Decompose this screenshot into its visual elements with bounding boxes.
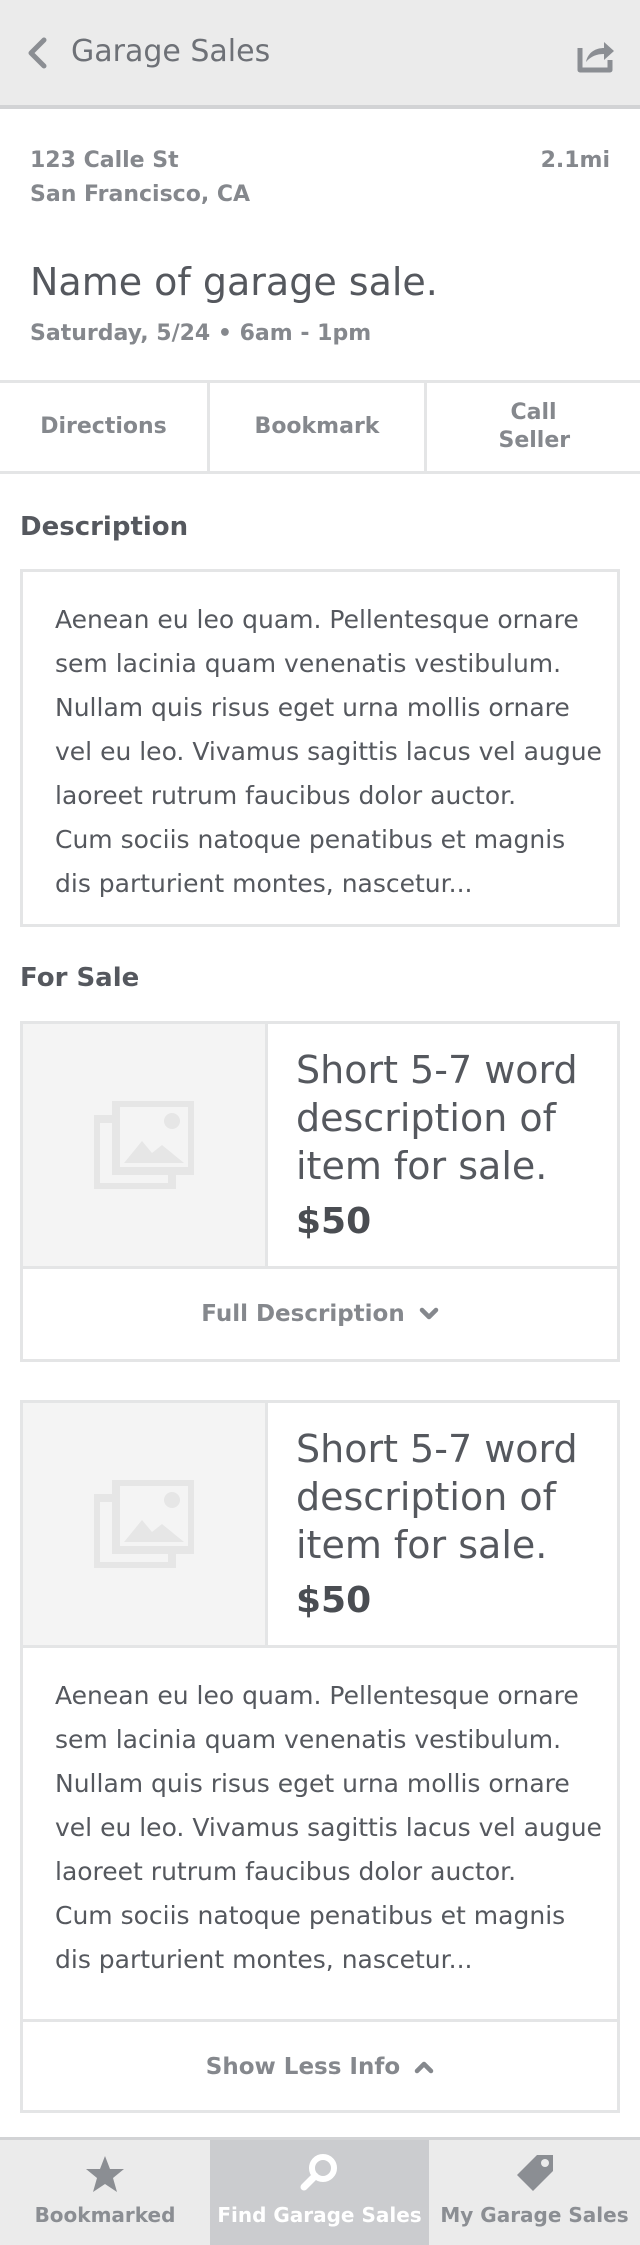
description-line: Cum sociis natoque penatibus et magnis xyxy=(55,825,566,854)
tab-label: Find Garage Sales xyxy=(217,2203,422,2227)
chevron-down-icon xyxy=(419,1307,438,1320)
tab-label: Bookmarked xyxy=(34,2203,176,2227)
address: 123 Calle St San Francisco, CA xyxy=(30,144,250,212)
item-description-line: Cum sociis natoque penatibus et magnis xyxy=(55,1901,566,1930)
item-price: $50 xyxy=(296,1580,372,1621)
sale-item-card: Short 5-7 word description of item for s… xyxy=(20,1021,620,1362)
full-description-toggle[interactable]: Full Description xyxy=(23,1269,617,1359)
item-image-placeholder[interactable] xyxy=(23,1403,268,1645)
description-line: sem lacinia quam venenatis vestibulum. xyxy=(55,649,562,678)
tab-my-garage-sales[interactable]: My Garage Sales xyxy=(429,2140,640,2245)
item-title: Short 5-7 word description of item for s… xyxy=(296,1427,578,1567)
description-card: Aenean eu leo quam. Pellentesque ornare … xyxy=(20,569,620,927)
back-button[interactable] xyxy=(26,33,56,73)
description-line: Aenean eu leo quam. Pellentesque ornare xyxy=(55,605,579,634)
item-full-description: Aenean eu leo quam. Pellentesque ornare … xyxy=(23,1648,617,2022)
toggle-label: Full Description xyxy=(201,1301,405,1327)
description-line: vel eu leo. Vivamus sagittis lacus vel a… xyxy=(55,737,602,766)
page-title: Garage Sales xyxy=(71,34,271,69)
share-button[interactable] xyxy=(576,34,616,74)
tag-icon xyxy=(516,2155,553,2191)
item-description-line: dis parturient montes, nascetur... xyxy=(55,1945,473,1974)
description-line: dis parturient montes, nascetur... xyxy=(55,869,473,898)
directions-button[interactable]: Directions xyxy=(0,383,210,471)
item-description-line: sem lacinia quam venenatis vestibulum. xyxy=(55,1725,562,1754)
bottom-tab-bar: Bookmarked Find Garage Sales My Garage S… xyxy=(0,2137,640,2245)
item-info: Short 5-7 word description of item for s… xyxy=(268,1024,606,1266)
item-description-line: laoreet rutrum faucibus dolor auctor. xyxy=(55,1857,517,1886)
action-bar: Directions Bookmark Call Seller xyxy=(0,380,640,474)
address-line-1: 123 Calle St xyxy=(30,148,179,173)
description-line: laoreet rutrum faucibus dolor auctor. xyxy=(55,781,517,810)
description-text: Aenean eu leo quam. Pellentesque ornare … xyxy=(55,598,617,906)
distance: 2.1mi xyxy=(540,148,610,173)
sale-item-card-expanded: Short 5-7 word description of item for s… xyxy=(20,1400,620,2113)
show-less-toggle[interactable]: Show Less Info xyxy=(23,2022,617,2112)
sale-name: Name of garage sale. xyxy=(30,260,438,304)
description-heading: Description xyxy=(20,512,189,542)
image-icon xyxy=(94,1101,194,1189)
item-summary: Short 5-7 word description of item for s… xyxy=(23,1024,617,1269)
chevron-up-icon xyxy=(414,2061,434,2074)
top-nav-bar: Garage Sales xyxy=(0,0,640,109)
call-seller-button[interactable]: Call Seller xyxy=(427,383,640,471)
call-seller-label: Call Seller xyxy=(498,400,571,453)
chevron-left-icon xyxy=(28,37,47,69)
item-image-placeholder[interactable] xyxy=(23,1024,268,1266)
address-line-2: San Francisco, CA xyxy=(30,182,251,207)
star-icon xyxy=(86,2156,124,2192)
item-price: $50 xyxy=(296,1201,372,1242)
search-icon xyxy=(300,2154,337,2191)
item-title: Short 5-7 word description of item for s… xyxy=(296,1048,578,1188)
sale-date-time: Saturday, 5/24 • 6am - 1pm xyxy=(30,321,372,346)
tab-bookmarked[interactable]: Bookmarked xyxy=(0,2140,210,2245)
for-sale-heading: For Sale xyxy=(20,963,140,993)
item-description-line: Aenean eu leo quam. Pellentesque ornare xyxy=(55,1681,579,1710)
item-info: Short 5-7 word description of item for s… xyxy=(268,1403,606,1645)
item-summary: Short 5-7 word description of item for s… xyxy=(23,1403,617,1648)
tab-label: My Garage Sales xyxy=(440,2203,629,2227)
image-icon xyxy=(94,1480,194,1568)
item-description-line: vel eu leo. Vivamus sagittis lacus vel a… xyxy=(55,1813,602,1842)
share-icon xyxy=(577,42,614,73)
bookmark-button[interactable]: Bookmark xyxy=(210,383,427,471)
item-description-line: Nullam quis risus eget urna mollis ornar… xyxy=(55,1769,570,1798)
toggle-label: Show Less Info xyxy=(205,2054,401,2080)
description-line: Nullam quis risus eget urna mollis ornar… xyxy=(55,693,570,722)
tab-find-garage-sales[interactable]: Find Garage Sales xyxy=(210,2140,429,2245)
